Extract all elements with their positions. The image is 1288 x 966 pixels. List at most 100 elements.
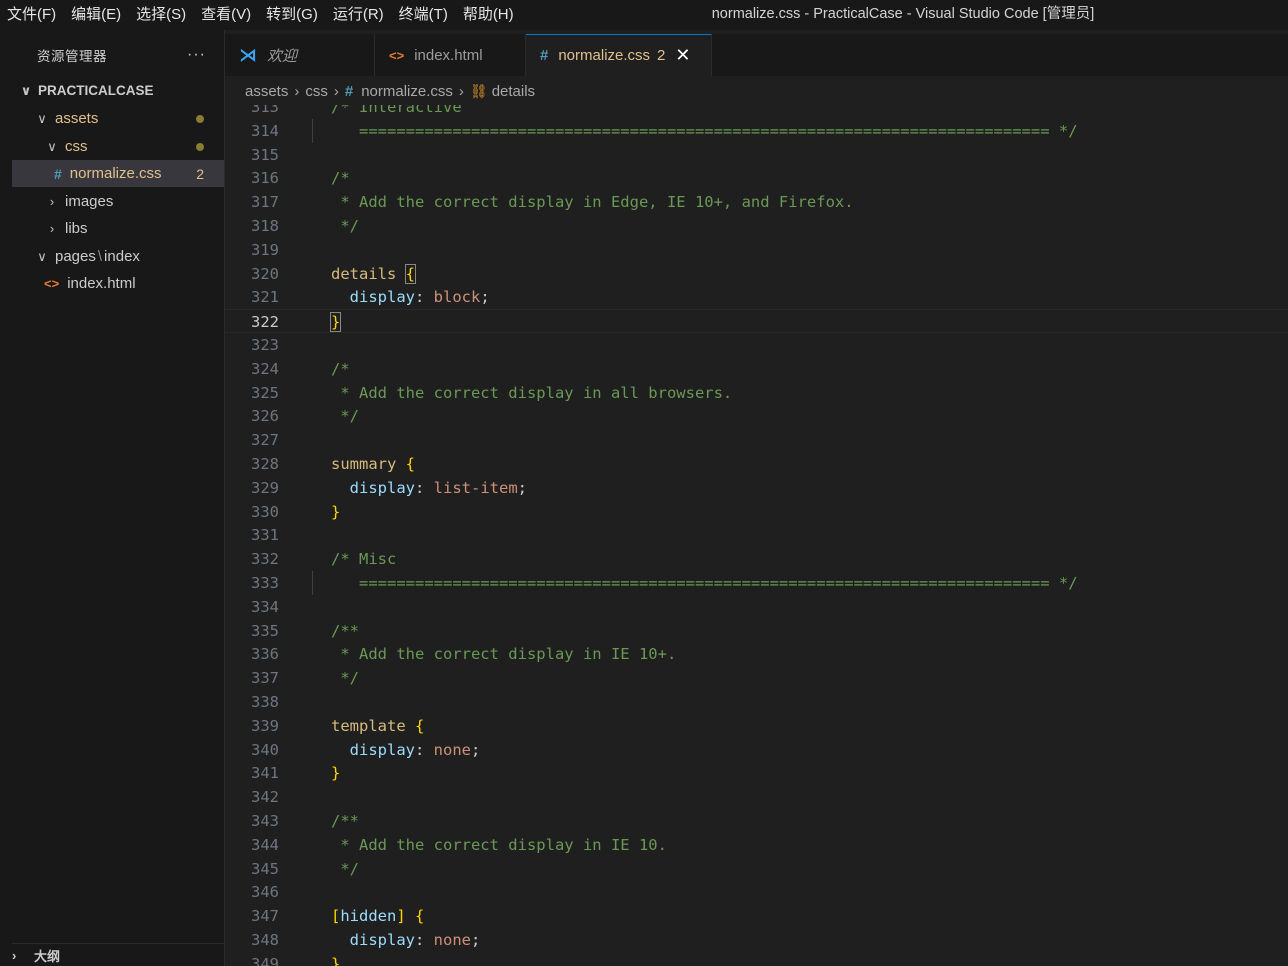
line-number: 323 [251, 336, 279, 354]
menu-selection[interactable]: 选择(S) [129, 0, 194, 30]
code-line[interactable]: 336 * Add the correct display in IE 10+. [225, 642, 1288, 666]
code-line[interactable]: 331 [225, 523, 1288, 547]
line-number: 342 [251, 788, 279, 807]
line-number: 346 [251, 883, 279, 902]
line-number: 333 [251, 574, 279, 592]
css-selector: template [331, 716, 406, 735]
tree-folder-pages-index[interactable]: ∨ pages \ index [12, 243, 224, 270]
code-line[interactable]: 320 details { [225, 262, 1288, 286]
code-line[interactable]: 319 [225, 238, 1288, 262]
tab-normalize-css[interactable]: # normalize.css 2 ✕ [526, 34, 712, 76]
menu-edit[interactable]: 编辑(E) [64, 0, 129, 30]
breadcrumb-assets[interactable]: assets [245, 83, 288, 100]
close-brace: } [331, 764, 341, 783]
tree-root-label: PRACTICALCASE [38, 83, 154, 98]
code-line[interactable]: 324 /* [225, 357, 1288, 381]
code-line[interactable]: 338 [225, 690, 1288, 714]
menu-go[interactable]: 转到(G) [259, 0, 326, 30]
comment-text: * Add the correct display in IE 10. [331, 835, 667, 854]
code-line[interactable]: 341} [225, 761, 1288, 785]
code-line[interactable]: 314 ====================================… [225, 119, 1288, 143]
line-number: 315 [251, 145, 279, 164]
code-line[interactable]: 340 display: none; [225, 738, 1288, 762]
css-property: display [349, 931, 415, 949]
css-selector: summary [331, 455, 397, 473]
code-line[interactable]: 339 template { [225, 714, 1288, 738]
line-number: 334 [251, 597, 279, 616]
outline-section-header[interactable]: › 大纲 [12, 943, 224, 966]
code-line[interactable]: 334 [225, 595, 1288, 619]
explorer-title: 资源管理器 [37, 49, 107, 64]
line-number: 328 [251, 455, 279, 473]
tree-item-label: images [65, 193, 114, 210]
menu-view[interactable]: 查看(V) [194, 0, 259, 30]
code-line[interactable]: 349} [225, 952, 1288, 966]
comment-text: */ [331, 217, 359, 235]
code-text: /** [331, 619, 359, 643]
code-text: /* Interactive [331, 105, 462, 119]
code-line[interactable]: 321 display: block; [225, 285, 1288, 309]
menu-file[interactable]: 文件(F) [0, 0, 64, 30]
line-number: 317 [251, 193, 279, 212]
line-number: 349 [251, 954, 279, 966]
code-line[interactable]: 348 display: none; [225, 928, 1288, 952]
code-line[interactable]: 342 [225, 785, 1288, 809]
line-number: 344 [251, 835, 279, 854]
chevron-down-icon: ∨ [37, 110, 47, 126]
code-line[interactable]: 326 */ [225, 404, 1288, 428]
code-line[interactable]: 344 * Add the correct display in IE 10. [225, 833, 1288, 857]
code-line[interactable]: 318 */ [225, 214, 1288, 238]
tree-folder-libs[interactable]: › libs [12, 215, 224, 242]
code-line[interactable]: 315 [225, 143, 1288, 167]
attribute-selector: hidden [340, 907, 397, 926]
code-line[interactable]: 345 */ [225, 857, 1288, 881]
code-line[interactable]: 335 /** [225, 619, 1288, 643]
more-actions-icon[interactable]: ··· [187, 46, 206, 64]
code-line[interactable]: 333 ====================================… [225, 571, 1288, 595]
colon: : [415, 740, 434, 759]
code-line[interactable]: 330} [225, 500, 1288, 524]
code-line[interactable]: 346 [225, 880, 1288, 904]
tree-folder-assets[interactable]: ∨ assets [12, 105, 224, 132]
close-icon[interactable]: ✕ [675, 45, 690, 66]
menu-terminal[interactable]: 终端(T) [392, 0, 456, 30]
code-line[interactable]: 337 */ [225, 666, 1288, 690]
breadcrumb-symbol[interactable]: details [492, 83, 535, 100]
code-line[interactable]: 347 [hidden] { [225, 904, 1288, 928]
code-text: display: list-item; [331, 476, 527, 500]
symbol-structure-icon: ⛓ [469, 82, 488, 99]
code-line[interactable]: 329 display: list-item; [225, 476, 1288, 500]
code-line[interactable]: 322} [225, 309, 1288, 334]
line-number: 322 [251, 313, 279, 332]
code-line[interactable]: 323 [225, 333, 1288, 357]
line-number: 318 [251, 217, 279, 235]
menu-run[interactable]: 运行(R) [326, 0, 392, 30]
line-number: 320 [251, 264, 279, 283]
code-editor[interactable]: 313 /* Interactive 314 ===================… [225, 105, 1288, 966]
code-text: template { [331, 714, 424, 738]
breadcrumb-css[interactable]: css [305, 83, 328, 100]
title-bar: 文件(F) 编辑(E) 选择(S) 查看(V) 转到(G) 运行(R) 终端(T… [0, 0, 1288, 30]
tree-root-practicalcase[interactable]: ∨ PRACTICALCASE [12, 77, 224, 104]
chevron-down-icon: ∨ [47, 138, 57, 154]
tab-welcome[interactable]: ⋊ 欢迎 [225, 34, 375, 76]
tree-folder-images[interactable]: › images [12, 188, 224, 215]
code-line[interactable]: 316 /* [225, 166, 1288, 190]
code-line[interactable]: 343 /** [225, 809, 1288, 833]
menu-help[interactable]: 帮助(H) [456, 0, 522, 30]
breadcrumb-file[interactable]: normalize.css [361, 83, 453, 100]
tree-file-normalize-css[interactable]: # normalize.css 2 [12, 160, 224, 187]
code-line[interactable]: 332 /* Misc [225, 547, 1288, 571]
tab-index-html[interactable]: <> index.html [375, 34, 526, 76]
code-line[interactable]: 317 * Add the correct display in Edge, I… [225, 190, 1288, 214]
code-line[interactable]: 313 /* Interactive [225, 105, 1288, 119]
tree-file-index-html[interactable]: <> index.html [12, 270, 224, 297]
code-line[interactable]: 325 * Add the correct display in all bro… [225, 381, 1288, 405]
modified-dot-icon [196, 114, 204, 123]
line-number: 335 [251, 621, 279, 640]
tree-folder-css[interactable]: ∨ css [12, 133, 224, 160]
code-line[interactable]: 327 [225, 428, 1288, 452]
line-number: 324 [251, 359, 279, 378]
code-line[interactable]: 328 summary { [225, 452, 1288, 476]
code-text: * Add the correct display in Edge, IE 10… [331, 190, 853, 214]
